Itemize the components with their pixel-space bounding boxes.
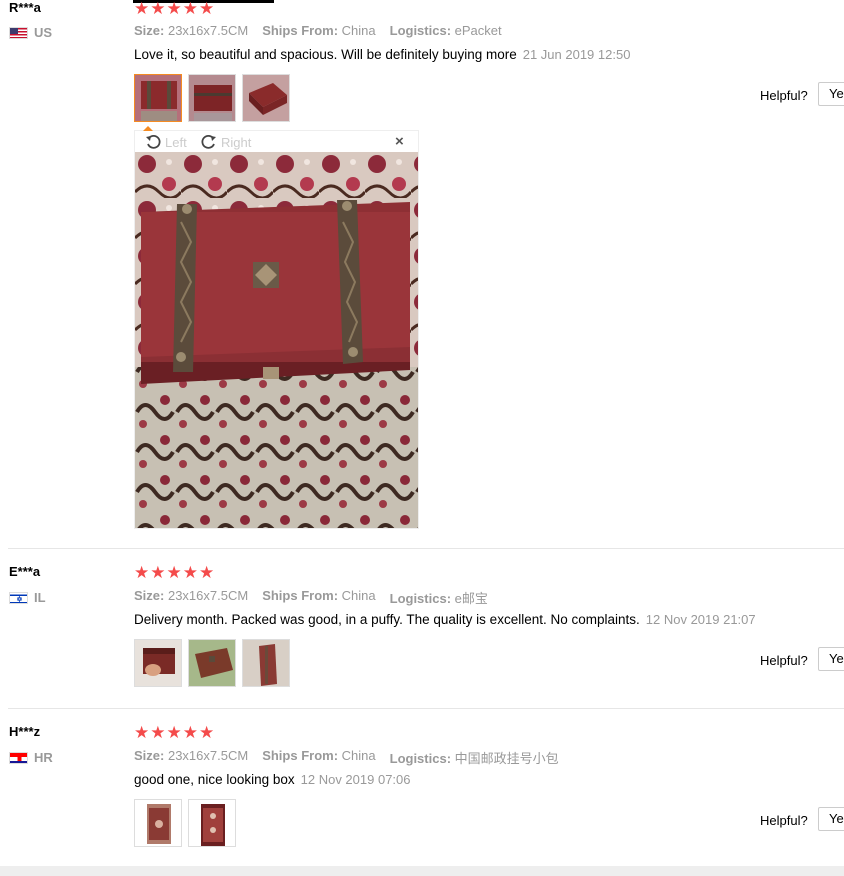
review-photo-thumb[interactable] [188,639,236,687]
size-label: Size: [134,748,165,763]
star-icon: ★ [199,563,215,582]
rotate-left-button[interactable]: Left [145,134,187,150]
buyer-country: IL [9,590,46,605]
size-value: 23x16x7.5CM [167,588,249,603]
rotate-left-label: Left [165,134,187,150]
rotate-right-label: Right [221,134,252,150]
buyer-name: R***a [9,0,41,15]
buyer-name: E***a [9,564,41,579]
star-icon: ★ [150,563,166,582]
helpful-label: Helpful? [760,88,808,103]
star-rating: ★ ★ ★ ★ ★ [134,724,214,741]
review-time: 12 Nov 2019 21:07 [645,612,756,627]
star-icon: ★ [166,563,182,582]
review-photo-thumb[interactable] [134,74,182,122]
order-info: Size: 23x16x7.5CM Ships From: China Logi… [134,748,559,767]
us-flag-icon [9,26,28,39]
star-icon: ★ [182,0,198,18]
rotate-right-icon [201,134,216,149]
review-divider [8,548,844,549]
star-icon: ★ [134,563,150,582]
star-icon: ★ [134,723,150,742]
star-icon: ★ [182,723,198,742]
helpful-label: Helpful? [760,813,808,828]
review-photo-thumb[interactable] [188,799,236,847]
order-info: Size: 23x16x7.5CM Ships From: China Logi… [134,588,488,607]
logistics-value: 中国邮政挂号小包 [454,751,559,766]
review-body: good one, nice looking box [134,772,295,787]
viewer-toolbar: Left Right × [135,131,418,152]
star-icon: ★ [166,723,182,742]
review-text: Love it, so beautiful and spacious. Will… [134,47,630,62]
star-icon: ★ [166,0,182,18]
ships-from-label: Ships From: [262,588,339,603]
review-time: 12 Nov 2019 07:06 [300,772,411,787]
review-time: 21 Jun 2019 12:50 [522,47,631,62]
ships-from-value: China [341,23,376,38]
size-value: 23x16x7.5CM [167,748,249,763]
review-photo-thumb[interactable] [134,799,182,847]
review-photo-thumb[interactable] [242,74,290,122]
star-icon: ★ [150,0,166,18]
buyer-country: HR [9,750,53,765]
ships-from-label: Ships From: [262,748,339,763]
ships-from-value: China [341,588,376,603]
logistics-label: Logistics: [389,751,452,766]
order-info: Size: 23x16x7.5CM Ships From: China Logi… [134,23,502,38]
review-body: Love it, so beautiful and spacious. Will… [134,47,517,62]
helpful-yes-button[interactable]: Yes [818,647,844,671]
rotate-right-button[interactable]: Right [201,134,251,150]
rotate-left-icon [146,134,161,149]
star-rating: ★ ★ ★ ★ ★ [134,564,214,581]
ships-from-label: Ships From: [262,23,339,38]
size-label: Size: [134,23,165,38]
review-photos [134,74,290,122]
buyer-country: US [9,25,52,40]
review-photo-large [135,152,418,528]
size-value: 23x16x7.5CM [167,23,249,38]
review-divider [8,708,844,709]
list-bottom-separator [0,866,844,876]
photo-viewer: Left Right × [134,126,419,529]
review-text: Delivery month. Packed was good, in a pu… [134,612,756,627]
buyer-name: H***z [9,724,41,739]
star-rating: ★ ★ ★ ★ ★ [134,0,214,17]
logistics-label: Logistics: [389,591,452,606]
helpful-yes-button[interactable]: Yes [818,807,844,831]
helpful-label: Helpful? [760,653,808,668]
country-code: US [34,25,53,40]
star-icon: ★ [199,723,215,742]
helpful-yes-button[interactable]: Yes [818,82,844,106]
hr-flag-icon [9,751,28,764]
close-icon[interactable]: × [395,133,404,150]
review-photos [134,639,290,687]
review-photo-thumb[interactable] [134,639,182,687]
il-flag-icon [9,591,28,604]
country-code: HR [34,750,53,765]
star-icon: ★ [150,723,166,742]
star-icon: ★ [182,563,198,582]
logistics-value: ePacket [454,23,502,38]
country-code: IL [34,590,46,605]
review-text: good one, nice looking box 12 Nov 2019 07… [134,772,411,787]
logistics-value: e邮宝 [454,591,488,606]
logistics-label: Logistics: [389,23,452,38]
ships-from-value: China [341,748,376,763]
review-photo-thumb[interactable] [242,639,290,687]
star-icon: ★ [199,0,215,18]
review-photo-thumb[interactable] [188,74,236,122]
review-body: Delivery month. Packed was good, in a pu… [134,612,640,627]
star-icon: ★ [134,0,150,18]
size-label: Size: [134,588,165,603]
review-photos [134,799,236,847]
